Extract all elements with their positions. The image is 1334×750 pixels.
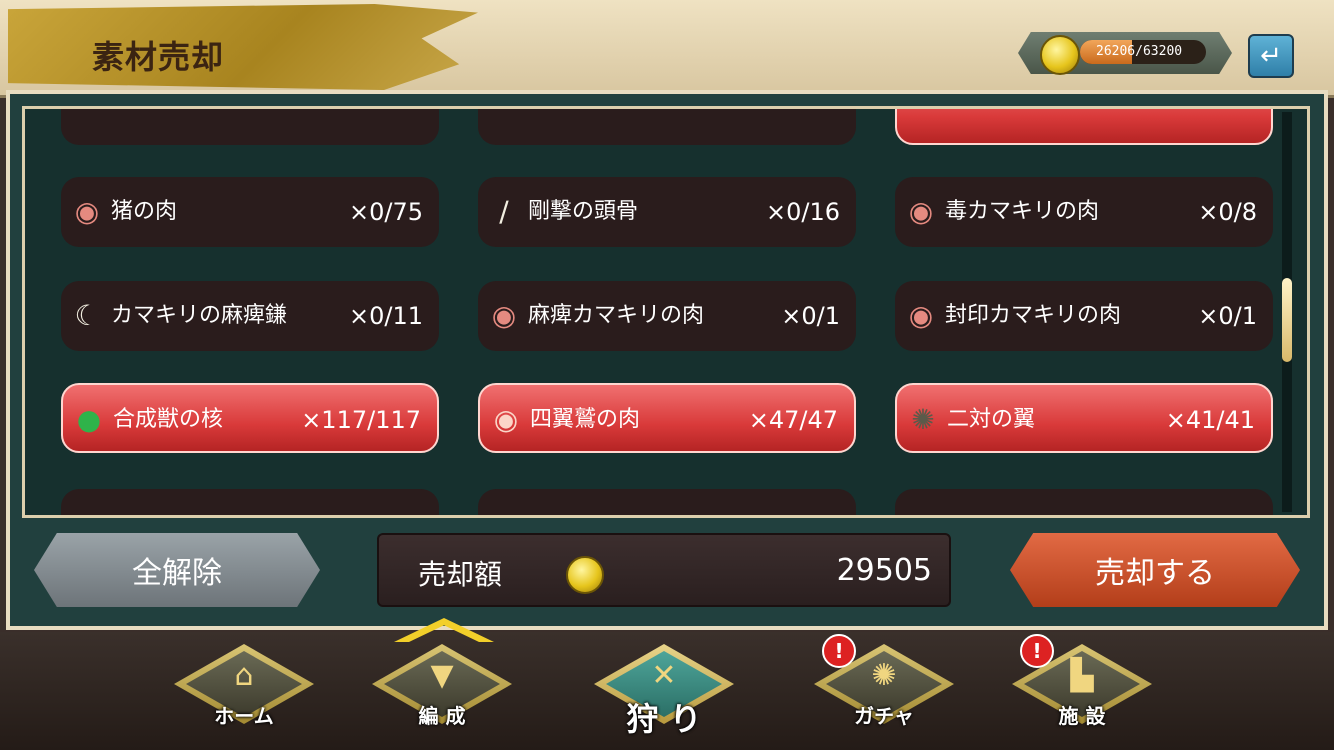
nav-label: 施 設 [1058,704,1106,728]
page-title: 素材売却 [92,38,225,76]
material-item[interactable]: ◉ 麻痺カマキリの肉 ×0/1 [478,281,856,351]
list-item-partial[interactable] [61,489,439,515]
bird-mask-icon: ▼ [430,658,454,693]
list-item-partial[interactable] [61,109,439,145]
bone-icon: ∕ [499,195,509,228]
nav-party[interactable]: ▼ 編 成 [364,640,524,740]
gold-coin-icon [566,556,604,594]
coin-capacity-text: 26206/63200 [1096,44,1183,59]
nav-hunt[interactable]: ✕ 狩 り [586,640,746,740]
material-name: 合成獣の核 [113,407,224,432]
material-name: 四翼鷲の肉 [530,407,641,432]
nav-label: 編 成 [418,704,466,728]
material-list[interactable]: ◉ 猪の肉 ×0/75 ∕ 剛撃の頭骨 ×0/16 ◉ 毒カマキリの肉 ×0/8… [22,106,1310,518]
material-name: カマキリの麻痺鎌 [111,303,288,328]
material-count: ×0/8 [1198,198,1257,226]
material-count: ×0/1 [781,302,840,330]
list-item-partial[interactable] [478,109,856,145]
sale-amount-label: 売却額 [418,558,503,591]
list-item-partial[interactable] [895,489,1273,515]
material-item-selected[interactable]: ◉ 四翼鷲の肉 ×47/47 [478,383,856,453]
meat-icon: ◉ [908,195,934,228]
scrollbar-thumb[interactable] [1282,278,1292,362]
clear-all-button[interactable]: 全解除 [34,533,320,607]
list-item-partial[interactable] [478,489,856,515]
material-item[interactable]: ☾ カマキリの麻痺鎌 ×0/11 [61,281,439,351]
material-count: ×0/1 [1198,302,1257,330]
nav-label: ガチャ [854,704,914,728]
material-name: 麻痺カマキリの肉 [528,303,705,328]
nav-gacha[interactable]: ✺ ガチャ ! [806,634,966,740]
material-name: 二対の翼 [947,407,1036,432]
title-banner [8,4,478,90]
material-count: ×0/11 [348,302,423,330]
material-name: 毒カマキリの肉 [945,199,1100,224]
material-item[interactable]: ◉ 封印カマキリの肉 ×0/1 [895,281,1273,351]
alert-badge: ! [822,634,856,668]
meat-icon: ◉ [493,403,519,436]
gold-coin-icon [1040,35,1080,75]
sell-button[interactable]: 売却する [1010,533,1300,607]
claw-icon: ☾ [74,299,100,332]
nav-facility[interactable]: ▙ 施 設 ! [1004,634,1164,740]
material-count: ×47/47 [748,406,838,434]
sale-amount-value: 29505 [836,553,932,588]
alert-badge: ! [1020,634,1054,668]
material-name: 剛撃の頭骨 [528,199,639,224]
meat-icon: ◉ [908,299,934,332]
material-item-selected[interactable]: ✺ 二対の翼 ×41/41 [895,383,1273,453]
nav-label: ホーム [214,704,274,728]
back-button[interactable]: ↵ [1248,34,1294,78]
material-name: 猪の肉 [111,199,178,224]
material-item-selected[interactable]: ● 合成獣の核 ×117/117 [61,383,439,453]
material-item[interactable]: ◉ 毒カマキリの肉 ×0/8 [895,177,1273,247]
material-name: 封印カマキリの肉 [945,303,1122,328]
list-item-partial[interactable] [895,109,1273,145]
meat-icon: ◉ [74,195,100,228]
home-gate-icon: ⌂ [234,658,254,693]
material-item[interactable]: ∕ 剛撃の頭骨 ×0/16 [478,177,856,247]
material-count: ×117/117 [301,406,421,434]
material-count: ×0/75 [348,198,423,226]
material-count: ×0/16 [765,198,840,226]
nav-label: 狩 り [626,700,702,738]
crossed-swords-icon: ✕ [651,658,677,693]
material-count: ×41/41 [1165,406,1255,434]
wing-icon: ✺ [911,403,935,436]
back-arrow-icon: ↵ [1260,41,1282,71]
material-item[interactable]: ◉ 猪の肉 ×0/75 [61,177,439,247]
green-orb-icon: ● [76,403,102,436]
meat-icon: ◉ [491,299,517,332]
nav-home[interactable]: ⌂ ホーム [166,640,326,740]
